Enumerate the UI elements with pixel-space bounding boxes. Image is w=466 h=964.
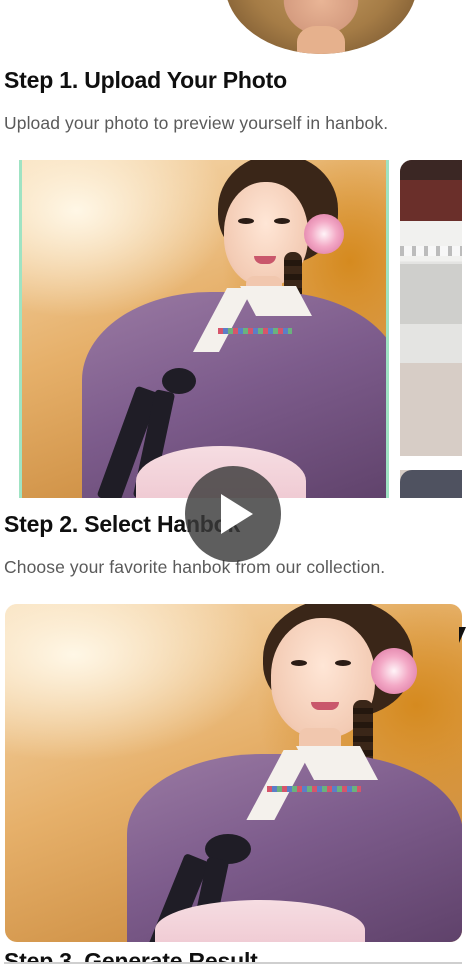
palace-photo bbox=[400, 160, 462, 498]
hanbok-carousel[interactable] bbox=[0, 160, 466, 498]
hanbok-photo bbox=[22, 160, 386, 498]
step-1-description: Upload your photo to preview yourself in… bbox=[4, 113, 389, 133]
step-2-description: Choose your favorite hanbok from our col… bbox=[4, 557, 386, 577]
mouse-cursor-icon bbox=[459, 627, 466, 643]
carousel-slide-selected[interactable] bbox=[19, 160, 389, 498]
result-preview-image bbox=[5, 604, 462, 942]
step-1-title: Step 1. Upload Your Photo bbox=[4, 67, 287, 93]
carousel-slide-next[interactable] bbox=[400, 160, 462, 498]
play-icon bbox=[221, 494, 253, 534]
user-avatar-image bbox=[225, 0, 417, 54]
play-button[interactable] bbox=[185, 466, 281, 562]
